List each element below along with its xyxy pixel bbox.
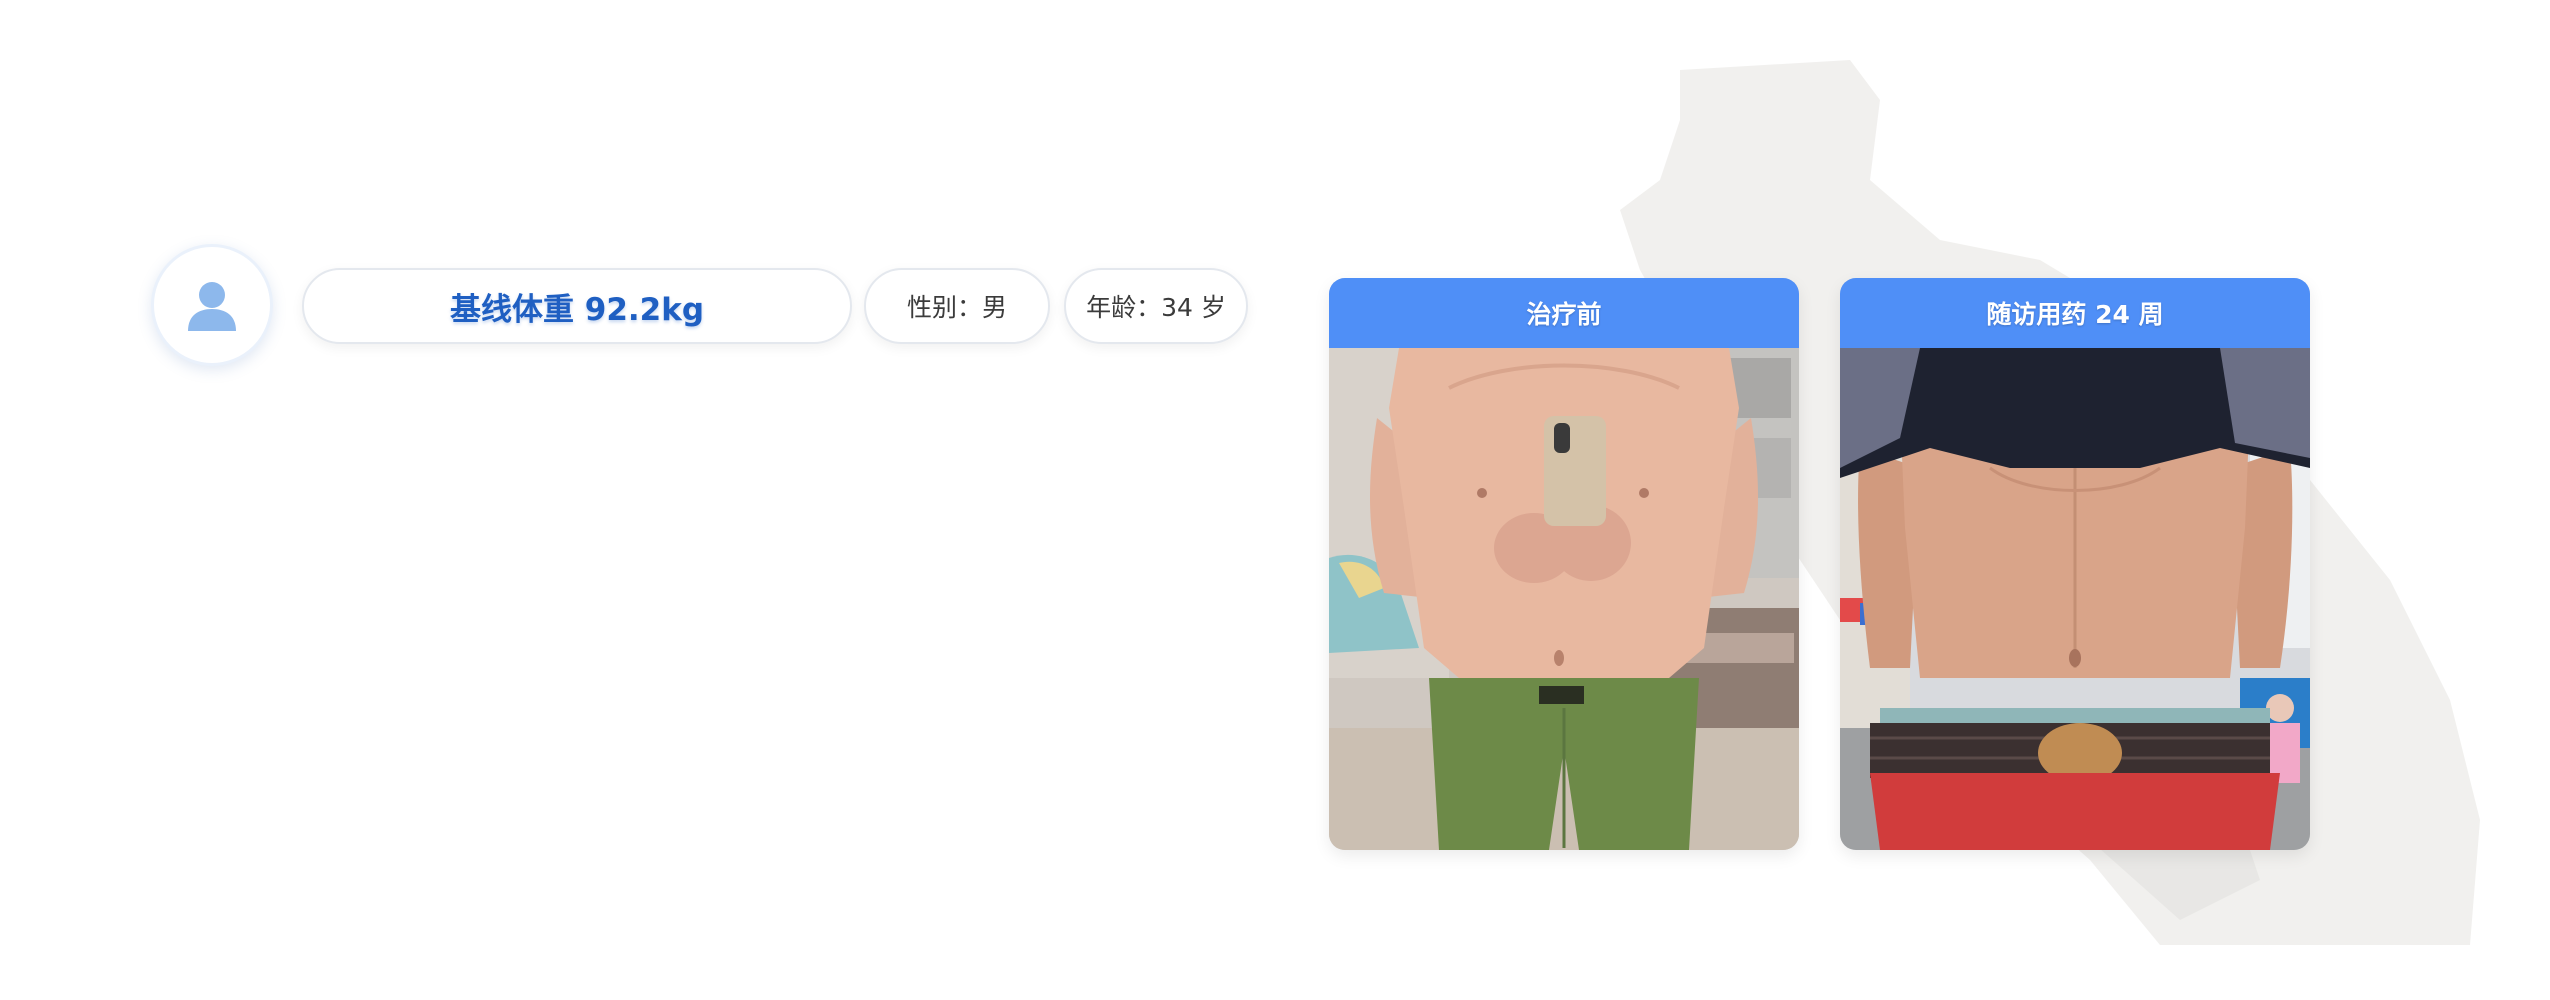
after-24-weeks-card: 随访用药 24 周 [1840, 278, 2310, 850]
patient-avatar [151, 244, 273, 366]
age-badge: 年龄：34 岁 [1064, 268, 1248, 344]
before-treatment-card: 治疗前 [1329, 278, 1799, 850]
after-24-weeks-title: 随访用药 24 周 [1840, 278, 2310, 348]
torso-before-treatment-photo [1329, 348, 1799, 850]
baseline-weight-badge: 基线体重 92.2kg [302, 268, 852, 344]
torso-after-24-weeks-photo [1840, 348, 2310, 850]
gender-badge: 性别：男 [864, 268, 1050, 344]
before-treatment-title: 治疗前 [1329, 278, 1799, 348]
user-silhouette-icon [188, 282, 236, 331]
